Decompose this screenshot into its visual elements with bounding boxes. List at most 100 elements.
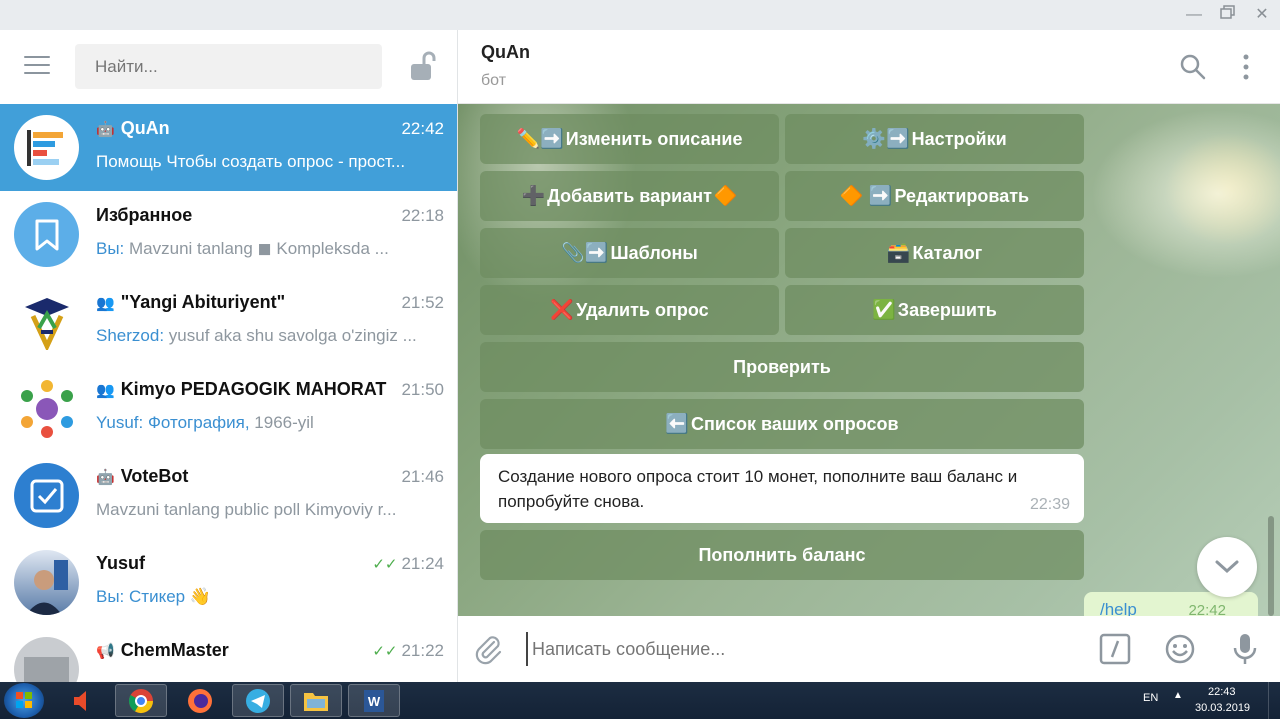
avatar <box>14 637 79 682</box>
chat-sender: Вы: <box>96 239 125 258</box>
chat-time: 22:42 <box>401 119 444 138</box>
bot-icon: 🤖 <box>96 468 115 486</box>
chat-title: VoteBot <box>120 466 189 486</box>
chat-time: 21:46 <box>401 467 444 486</box>
polls-list-button[interactable]: ⬅️ Список ваших опросов <box>480 399 1084 449</box>
minimize-icon[interactable]: — <box>1182 4 1206 26</box>
chat-sender: Sherzod: <box>96 326 165 345</box>
scrollbar[interactable] <box>1268 516 1274 616</box>
clock-date[interactable]: 30.03.2019 <box>1195 702 1250 714</box>
catalog-button[interactable]: 🗃️ Каталог <box>785 228 1084 278</box>
checkbox-icon <box>30 479 63 512</box>
taskbar-telegram[interactable] <box>232 684 284 717</box>
maximize-icon[interactable] <box>1216 4 1240 26</box>
chat-item-saved[interactable]: Избранное 22:18 Вы: Mavzuni tanlang ◼ Ko… <box>0 191 457 278</box>
delete-poll-button[interactable]: ❌ Удалить опрос <box>480 285 779 335</box>
taskbar: W EN ▲ 22:43 30.03.2019 <box>0 682 1280 719</box>
more-vertical-icon[interactable] <box>1231 52 1261 82</box>
close-icon[interactable]: ✕ <box>1250 4 1274 26</box>
diagram-icon <box>20 379 73 438</box>
chat-title: Yusuf <box>96 553 146 573</box>
clock-time[interactable]: 22:43 <box>1208 686 1236 698</box>
chat-time: 21:52 <box>401 293 444 312</box>
taskbar-word[interactable]: W <box>348 684 400 717</box>
message-time: 22:39 <box>1029 496 1070 513</box>
chat-preview: Mavzuni tanlang public poll Kimyoviy r..… <box>96 500 397 519</box>
chat-preview: 1966-yil <box>254 413 314 432</box>
attach-icon[interactable] <box>472 632 506 666</box>
chat-title: ChemMaster <box>120 640 229 660</box>
scroll-down-button[interactable] <box>1197 537 1257 597</box>
bookmark-icon <box>35 219 58 250</box>
graduation-cap-icon <box>24 297 69 350</box>
taskbar-explorer[interactable] <box>290 684 342 717</box>
chat-sender: Вы: Стикер <box>96 587 186 606</box>
chrome-icon <box>128 688 153 713</box>
unlock-icon[interactable] <box>408 50 438 84</box>
message-time: 22:42 <box>1188 602 1226 616</box>
peer-name[interactable]: QuAn <box>481 42 530 63</box>
window-titlebar: — ✕ <box>0 0 1280 30</box>
menu-icon[interactable] <box>24 56 52 78</box>
edit-description-button[interactable]: ✏️➡️ Изменить описание <box>480 114 779 164</box>
chat-item-kimyo[interactable]: 👥 Kimyo PEDAGOGIK MAHORAT 21:50 Yusuf: Ф… <box>0 365 457 452</box>
speaker-icon <box>74 690 86 711</box>
word-icon: W <box>364 689 384 712</box>
megaphone-icon: 📢 <box>96 642 115 660</box>
chat-time: 21:50 <box>401 380 444 399</box>
user-photo-icon <box>26 560 68 615</box>
message-text[interactable]: /help <box>1100 600 1137 616</box>
chevron-down-icon <box>1215 560 1239 574</box>
message-text: Создание нового опроса стоит 10 монет, п… <box>498 467 1018 511</box>
templates-button[interactable]: 📎➡️ Шаблоны <box>480 228 779 278</box>
chat-preview: yusuf aka shu savolga o'zingiz ... <box>168 326 417 345</box>
emoji-icon[interactable] <box>1163 632 1197 666</box>
microphone-icon[interactable] <box>1228 632 1262 666</box>
start-button[interactable] <box>4 683 44 718</box>
message-area: ✏️➡️ Изменить описание ⚙️➡️ Настройки ➕ Доб… <box>458 104 1280 616</box>
avatar <box>14 202 79 267</box>
chat-title: "Yangi Abituriyent" <box>120 292 286 312</box>
search-input[interactable] <box>75 44 382 89</box>
taskbar-volume[interactable] <box>60 684 106 717</box>
chat-list: 🤖 QuAn 22:42 Помощь Чтобы создать опрос … <box>0 104 457 682</box>
taskbar-chrome[interactable] <box>115 684 167 717</box>
folder-icon <box>304 692 328 711</box>
firefox-icon <box>188 688 212 713</box>
edit-button[interactable]: 🔶 ➡️ Редактировать <box>785 171 1084 221</box>
channel-photo-icon <box>24 657 69 682</box>
language-indicator[interactable]: EN <box>1143 692 1158 704</box>
chat-item-votebot[interactable]: 🤖 VoteBot 21:46 Mavzuni tanlang public p… <box>0 452 457 539</box>
show-desktop-button[interactable] <box>1268 682 1280 719</box>
add-option-button[interactable]: ➕ Добавить вариант 🔶 <box>480 171 779 221</box>
windows-logo-icon <box>16 692 32 708</box>
chat-item-yangi-abituriyent[interactable]: 👥 "Yangi Abituriyent" 21:52 Sherzod: yus… <box>0 278 457 365</box>
avatar <box>14 115 79 180</box>
top-up-balance-button[interactable]: Пополнить баланс <box>480 530 1084 580</box>
tray-expand-icon[interactable]: ▲ <box>1173 690 1183 701</box>
chat-title: Kimyo PEDAGOGIK MAHORAT <box>120 379 387 399</box>
taskbar-firefox[interactable] <box>176 684 224 717</box>
avatar <box>14 289 79 354</box>
chat-preview: Помощь Чтобы создать опрос - прост... <box>96 152 406 171</box>
bot-command-icon[interactable] <box>1098 632 1132 666</box>
chat-item-quan[interactable]: 🤖 QuAn 22:42 Помощь Чтобы создать опрос … <box>0 104 457 191</box>
svg-text:W: W <box>368 694 381 709</box>
chat-title: QuAn <box>120 118 170 138</box>
chat-item-yusuf[interactable]: Yusuf ✓✓ 21:24 Вы: Стикер 👋 <box>0 539 457 626</box>
avatar <box>14 376 79 441</box>
peer-status: бот <box>481 72 507 89</box>
settings-button[interactable]: ⚙️➡️ Настройки <box>785 114 1084 164</box>
chat-title: Избранное <box>96 205 193 225</box>
search-icon[interactable] <box>1178 52 1208 82</box>
double-check-icon: ✓✓ <box>372 556 398 573</box>
bot-icon: 🤖 <box>96 120 115 138</box>
chat-item-chemmaster[interactable]: 📢 ChemMaster ✓✓ 21:22 <box>0 626 457 682</box>
double-check-icon: ✓✓ <box>372 643 398 660</box>
chat-list-panel: 🤖 QuAn 22:42 Помощь Чтобы создать опрос … <box>0 30 458 682</box>
incoming-message: Создание нового опроса стоит 10 монет, п… <box>480 454 1084 523</box>
finish-button[interactable]: ✅ Завершить <box>785 285 1084 335</box>
message-input[interactable] <box>526 632 1086 666</box>
check-button[interactable]: Проверить <box>480 342 1084 392</box>
chat-time: 22:18 <box>401 206 444 225</box>
